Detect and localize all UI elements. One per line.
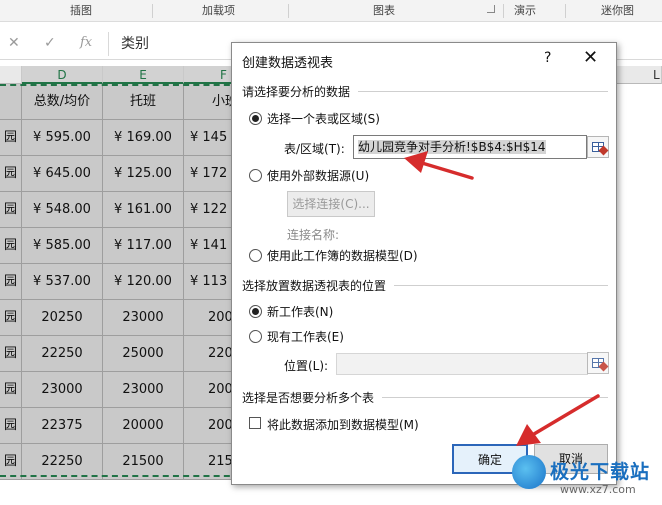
radio-data-model-label[interactable]: 使用此工作簿的数据模型(D) — [267, 247, 418, 264]
chart-dialog-launcher-icon[interactable] — [487, 5, 495, 13]
add-to-data-model-checkbox[interactable] — [249, 417, 261, 429]
column-header-l[interactable]: L — [617, 66, 662, 84]
table-cell[interactable] — [0, 84, 22, 120]
section-divider — [382, 397, 608, 398]
ribbon-divider — [565, 4, 566, 18]
close-icon[interactable]: ✕ — [583, 47, 598, 68]
dialog-title: 创建数据透视表 — [242, 56, 334, 71]
collapse-arrow-icon — [598, 145, 609, 156]
table-cell[interactable]: ¥ 645.00 — [22, 156, 103, 192]
table-cell[interactable]: ¥ 117.00 — [103, 228, 184, 264]
watermark-name: 极光下载站 — [550, 461, 651, 483]
location-picker-button[interactable] — [587, 352, 609, 374]
site-watermark: 极光下载站 www.xz7.com — [512, 453, 662, 505]
radio-new-worksheet[interactable] — [249, 305, 262, 318]
table-cell[interactable]: 23000 — [103, 300, 184, 336]
table-cell[interactable]: ¥ 169.00 — [103, 120, 184, 156]
connection-name-label: 连接名称: — [287, 228, 340, 242]
table-cell[interactable]: 22250 — [22, 336, 103, 372]
cancel-entry-icon[interactable]: ✕ — [8, 35, 20, 51]
ribbon-divider — [288, 4, 289, 18]
collapse-arrow-icon — [598, 361, 609, 372]
table-row: 园 ¥ 595.00 ¥ 169.00 ¥ 145 — [0, 120, 240, 156]
watermark-logo-icon — [512, 455, 546, 489]
column-header-d[interactable]: D — [22, 66, 103, 84]
table-cell[interactable]: 22375 — [22, 408, 103, 444]
table-cell[interactable]: 25000 — [103, 336, 184, 372]
radio-external-source-label[interactable]: 使用外部数据源(U) — [267, 167, 369, 184]
table-cell[interactable]: ¥ 537.00 — [22, 264, 103, 300]
add-to-data-model-label[interactable]: 将此数据添加到数据模型(M) — [267, 416, 419, 433]
radio-data-model[interactable] — [249, 249, 262, 262]
ribbon-group-charts: 图表 — [373, 4, 395, 17]
radio-select-table[interactable] — [249, 112, 262, 125]
table-row: 园 22375 20000 2000 — [0, 408, 240, 444]
table-cell[interactable]: ¥ 120.00 — [103, 264, 184, 300]
table-cell[interactable]: 园 — [0, 192, 22, 228]
watermark-url: www.xz7.com — [560, 483, 636, 496]
table-cell[interactable]: 园 — [0, 156, 22, 192]
table-row: 园 22250 21500 2150 — [0, 444, 240, 480]
range-picker-button[interactable] — [587, 136, 609, 158]
table-cell[interactable]: ¥ 595.00 — [22, 120, 103, 156]
table-range-value: 幼儿园竞争对手分析!$B$4:$H$14 — [358, 140, 546, 154]
location-label: 位置(L): — [284, 359, 329, 373]
radio-existing-worksheet-label[interactable]: 现有工作表(E) — [267, 328, 344, 345]
radio-existing-worksheet[interactable] — [249, 330, 262, 343]
table-row: 园 20250 23000 2000 — [0, 300, 240, 336]
table-cell[interactable]: 托班 — [103, 84, 184, 120]
ribbon-group-labels: 插图 加载项 图表 演示 迷你图 — [0, 0, 662, 22]
table-cell[interactable]: 园 — [0, 120, 22, 156]
table-row: 园 ¥ 537.00 ¥ 120.00 ¥ 113 — [0, 264, 240, 300]
table-cell[interactable]: 园 — [0, 300, 22, 336]
table-cell[interactable]: ¥ 548.00 — [22, 192, 103, 228]
table-cell[interactable]: 20000 — [103, 408, 184, 444]
table-range-input[interactable]: 幼儿园竞争对手分析!$B$4:$H$14 — [353, 135, 587, 159]
table-cell[interactable]: 21500 — [103, 444, 184, 480]
table-row: 园 23000 23000 2000 — [0, 372, 240, 408]
ribbon-group-tours: 演示 — [514, 4, 536, 17]
table-cell[interactable]: 园 — [0, 336, 22, 372]
choose-connection-button[interactable]: 选择连接(C)... — [287, 191, 375, 217]
table-cell[interactable]: 23000 — [103, 372, 184, 408]
radio-new-worksheet-label[interactable]: 新工作表(N) — [267, 303, 333, 320]
radio-select-table-label[interactable]: 选择一个表或区域(S) — [267, 110, 380, 127]
column-header-e[interactable]: E — [103, 66, 184, 84]
table-row: 园 22250 25000 2200 — [0, 336, 240, 372]
table-row: 园 ¥ 548.00 ¥ 161.00 ¥ 122 — [0, 192, 240, 228]
create-pivot-table-dialog: 创建数据透视表 ? ✕ 请选择要分析的数据 选择一个表或区域(S) 表/区域(T… — [231, 42, 617, 485]
table-cell[interactable]: 园 — [0, 264, 22, 300]
section-divider — [358, 91, 608, 92]
table-cell[interactable]: 23000 — [22, 372, 103, 408]
table-range-label: 表/区域(T): — [284, 142, 345, 156]
section-divider — [394, 285, 608, 286]
table-cell[interactable]: 园 — [0, 408, 22, 444]
table-row: 园 ¥ 585.00 ¥ 117.00 ¥ 141 — [0, 228, 240, 264]
help-icon[interactable]: ? — [544, 50, 551, 66]
table-header-row: 总数/均价 托班 小班 — [0, 84, 240, 120]
table-cell[interactable]: 园 — [0, 444, 22, 480]
ribbon-divider — [503, 4, 504, 18]
section-choose-data: 请选择要分析的数据 — [242, 85, 351, 99]
insert-function-icon[interactable]: fx — [80, 35, 92, 50]
table-row: 园 ¥ 645.00 ¥ 125.00 ¥ 172 — [0, 156, 240, 192]
column-header-c[interactable] — [0, 66, 22, 84]
confirm-entry-icon[interactable]: ✓ — [44, 35, 56, 51]
table-cell[interactable]: 园 — [0, 228, 22, 264]
table-cell[interactable]: 总数/均价 — [22, 84, 103, 120]
table-cell[interactable]: ¥ 125.00 — [103, 156, 184, 192]
table-cell[interactable]: ¥ 161.00 — [103, 192, 184, 228]
table-cell[interactable]: 园 — [0, 372, 22, 408]
section-placement: 选择放置数据透视表的位置 — [242, 279, 387, 293]
location-input[interactable] — [336, 353, 588, 375]
table-cell[interactable]: ¥ 585.00 — [22, 228, 103, 264]
radio-external-source[interactable] — [249, 169, 262, 182]
ribbon-divider — [152, 4, 153, 18]
section-multiple-tables: 选择是否想要分析多个表 — [242, 391, 375, 405]
ribbon-group-addins: 加载项 — [202, 4, 235, 17]
table-cell[interactable]: 20250 — [22, 300, 103, 336]
ribbon-group-sparklines: 迷你图 — [601, 4, 634, 17]
ribbon-group-illustrations: 插图 — [70, 4, 92, 17]
table-cell[interactable]: 22250 — [22, 444, 103, 480]
